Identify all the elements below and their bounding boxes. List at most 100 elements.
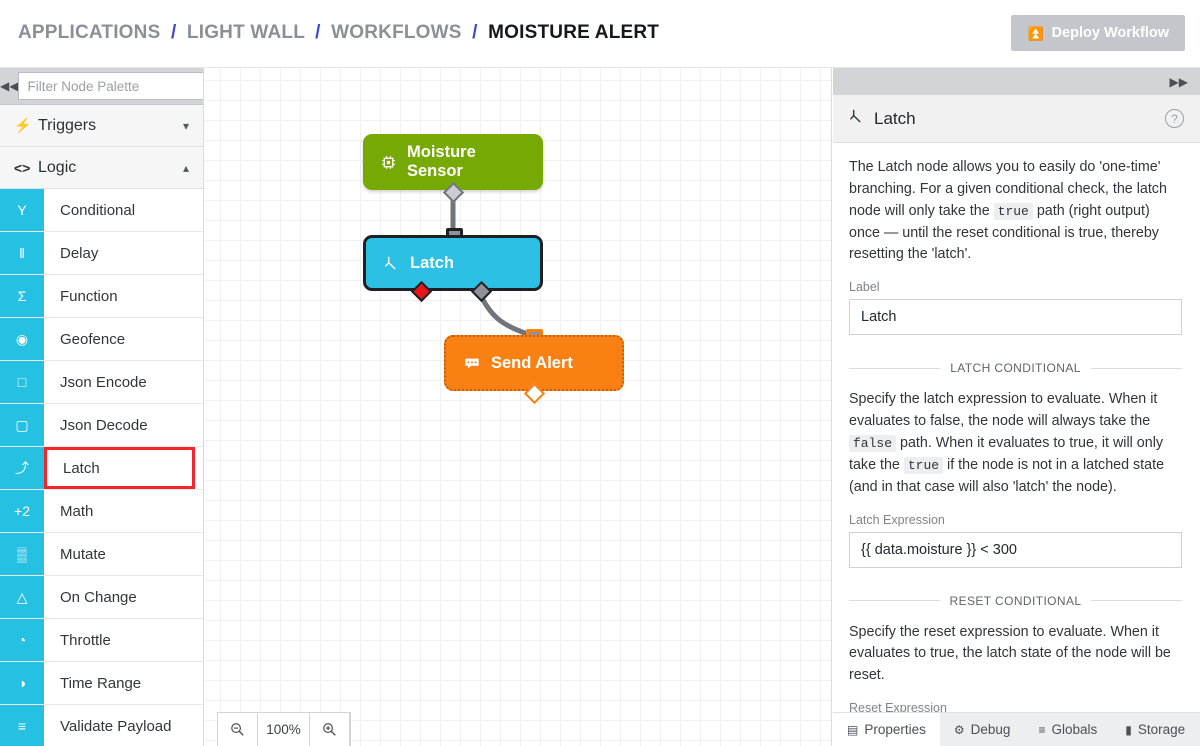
palette-section-triggers[interactable]: ⚡ Triggers ▾: [0, 105, 203, 147]
reset-expression-label: Reset Expression: [849, 701, 947, 712]
latch-expression-input[interactable]: [849, 531, 1182, 568]
deploy-workflow-button[interactable]: ⏫ Deploy Workflow: [1011, 15, 1185, 51]
workflow-node-moisture-sensor-label: Moisture Sensor: [407, 143, 476, 180]
palette-item-label: Throttle: [60, 631, 111, 649]
breadcrumb-item-workflows[interactable]: WORKFLOWS: [331, 22, 462, 43]
palette-item-json-encode[interactable]: □ Json Encode: [0, 361, 203, 404]
divider-line-right: [1091, 600, 1182, 602]
plus-two-icon: +2: [0, 490, 44, 532]
breadcrumb-item-light-wall[interactable]: LIGHT WALL: [187, 22, 305, 43]
palette-item-latch[interactable]: ⤴ Latch: [0, 447, 203, 490]
zoom-in-icon[interactable]: [310, 713, 350, 746]
branch-icon: Υ: [0, 189, 44, 231]
node-palette-panel: ◀◀ ⚡ Triggers ▾ <> Logic ▴ Υ Conditional ‖…: [0, 68, 204, 746]
workflow-canvas[interactable]: Moisture Sensor Latch Send Alert 100%: [205, 68, 832, 746]
throttle-clock-icon: ◔: [0, 619, 44, 661]
palette-item-label: Mutate: [60, 545, 106, 563]
grid-dots-icon: ▒: [0, 533, 44, 575]
keyword-false: false: [849, 435, 897, 453]
triangle-icon: △: [0, 576, 44, 618]
json-encode-icon: □: [0, 361, 44, 403]
bug-icon: ⚙: [953, 722, 965, 737]
palette-item-validate-payload[interactable]: ≡ Validate Payload: [0, 705, 203, 746]
reset-conditional-divider-label: RESET CONDITIONAL: [949, 593, 1082, 608]
double-chevron-right-icon[interactable]: ▶▶: [1170, 75, 1188, 89]
chip-icon: [381, 155, 396, 170]
properties-panel-body: The Latch node allows you to easily do '…: [833, 143, 1200, 712]
double-chevron-left-icon[interactable]: ◀◀: [0, 68, 18, 105]
zoom-out-icon[interactable]: [218, 713, 258, 746]
palette-item-label: Delay: [60, 244, 99, 262]
palette-item-mutate[interactable]: ▒ Mutate: [0, 533, 203, 576]
palette-section-triggers-label: Triggers: [38, 116, 97, 134]
zoom-level-label[interactable]: 100%: [258, 713, 310, 746]
zoom-controls: 100%: [217, 712, 351, 746]
properties-panel-header: Latch ?: [833, 95, 1200, 143]
palette-toolbar: ◀◀: [0, 68, 203, 105]
latch-conditional-divider-label: LATCH CONDITIONAL: [950, 361, 1081, 376]
palette-section-logic[interactable]: <> Logic ▴: [0, 147, 203, 189]
latch-conditional-description: Specify the latch expression to evaluate…: [849, 389, 1182, 498]
workflow-node-latch-label: Latch: [410, 253, 455, 272]
tab-debug[interactable]: ⚙ Debug: [940, 713, 1025, 746]
tab-properties[interactable]: ▤ Properties: [833, 713, 940, 746]
half-clock-icon: ◑: [0, 662, 44, 704]
palette-item-throttle[interactable]: ◔ Throttle: [0, 619, 203, 662]
tab-label: Storage: [1137, 722, 1186, 737]
label-field-input[interactable]: [849, 299, 1182, 336]
palette-item-list: Υ Conditional ‖ Delay Σ Function ◉ Geofence □ Jso…: [0, 189, 203, 746]
palette-item-label: Geofence: [60, 330, 126, 348]
target-icon: ◉: [0, 318, 44, 360]
code-brackets-icon: <>: [14, 159, 31, 176]
palette-item-label: On Change: [60, 588, 137, 606]
palette-item-label: Function: [60, 287, 118, 305]
properties-panel: ▶▶ Latch ? The Latch node allows you to …: [833, 68, 1200, 746]
database-icon: ▮: [1125, 722, 1132, 737]
breadcrumb: APPLICATIONS / LIGHT WALL / WORKFLOWS / …: [18, 22, 659, 44]
palette-item-math[interactable]: +2 Math: [0, 490, 203, 533]
palette-section-logic-label: Logic: [38, 158, 77, 176]
palette-item-label: Conditional: [60, 201, 136, 219]
latch-expression-label: Latch Expression: [849, 512, 945, 527]
latch-description: The Latch node allows you to easily do '…: [849, 157, 1182, 266]
pause-icon: ‖: [0, 232, 44, 274]
latch-icon: ⤴: [0, 447, 44, 489]
palette-item-time-range[interactable]: ◑ Time Range: [0, 662, 203, 705]
latch-cond-part1: Specify the latch expression to evaluate…: [849, 391, 1158, 430]
palette-item-function[interactable]: Σ Function: [0, 275, 203, 318]
divider-line-left: [849, 367, 941, 369]
divider-line-right: [1090, 367, 1182, 369]
palette-item-delay[interactable]: ‖ Delay: [0, 232, 203, 275]
palette-item-json-decode[interactable]: ▢ Json Decode: [0, 404, 203, 447]
tab-globals[interactable]: ≡ Globals: [1024, 713, 1111, 746]
palette-item-label: Time Range: [60, 674, 142, 692]
filter-node-palette-input[interactable]: [18, 72, 203, 100]
json-decode-icon: ▢: [0, 404, 44, 446]
palette-item-conditional[interactable]: Υ Conditional: [0, 189, 203, 232]
lightning-bolt-icon: ⚡: [14, 117, 32, 133]
reset-conditional-description: Specify the reset expression to evaluate…: [849, 623, 1171, 684]
palette-item-label: Latch: [44, 447, 195, 489]
question-mark-icon[interactable]: ?: [1165, 109, 1184, 128]
breadcrumb-separator: /: [315, 22, 321, 43]
deploy-workflow-label: Deploy Workflow: [1051, 25, 1169, 41]
breadcrumb-item-applications[interactable]: APPLICATIONS: [18, 22, 160, 43]
keyword-true: true: [903, 456, 944, 474]
palette-item-on-change[interactable]: △ On Change: [0, 576, 203, 619]
panel-collapse-bar: ▶▶: [833, 68, 1200, 95]
list-icon: ≡: [1038, 722, 1046, 737]
tab-label: Globals: [1051, 722, 1098, 737]
properties-panel-title: Latch: [874, 108, 916, 128]
keyword-true: true: [993, 202, 1033, 220]
chevron-up-icon: ▴: [182, 160, 189, 175]
divider-line-left: [849, 600, 940, 602]
breadcrumb-item-moisture-alert: MOISTURE ALERT: [488, 22, 660, 43]
sigma-icon: Σ: [0, 275, 44, 317]
properties-panel-tabs: ▤ Properties ⚙ Debug ≡ Globals ▮ Storage: [833, 712, 1200, 746]
palette-item-geofence[interactable]: ◉ Geofence: [0, 318, 203, 361]
latch-conditional-divider: LATCH CONDITIONAL: [849, 361, 1182, 375]
list-check-icon: ≡: [0, 705, 44, 746]
workflow-node-latch[interactable]: Latch: [363, 235, 543, 291]
tab-storage[interactable]: ▮ Storage: [1111, 713, 1199, 746]
tab-label: Debug: [970, 722, 1011, 737]
